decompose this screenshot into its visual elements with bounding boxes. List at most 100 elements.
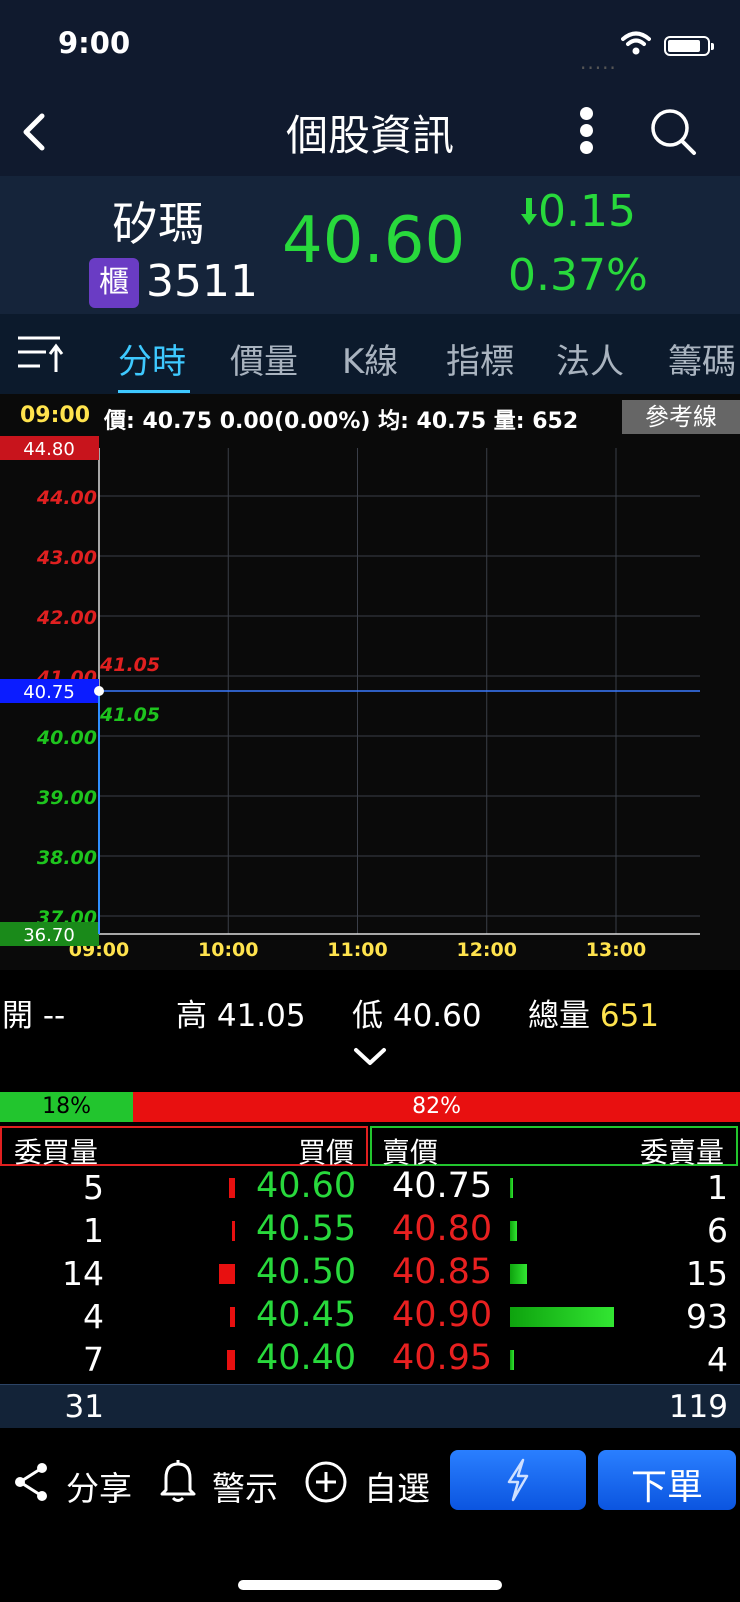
bid-price: 40.40 bbox=[256, 1338, 357, 1378]
low-marker-label: 41.05 bbox=[99, 704, 160, 726]
ask-qty: 4 bbox=[707, 1340, 728, 1379]
orderbook-row[interactable]: 7 40.40 40.95 4 bbox=[0, 1338, 740, 1381]
current-price-label: 40.75 bbox=[23, 682, 75, 703]
orderbook-row[interactable]: 1 40.55 40.80 6 bbox=[0, 1209, 740, 1252]
menu-sort-icon[interactable] bbox=[18, 334, 64, 374]
intraday-chart: 09:00 價: 40.75 0.00(0.00%) 均: 40.75 量: 6… bbox=[0, 394, 740, 970]
ask-header-box: 賣價 委賣量 bbox=[370, 1126, 738, 1169]
share-icon bbox=[15, 1463, 47, 1501]
bid-qty: 5 bbox=[83, 1168, 104, 1207]
chevron-down-icon[interactable] bbox=[352, 1044, 388, 1068]
ymin-label: 36.70 bbox=[23, 925, 75, 946]
bid-price: 40.50 bbox=[256, 1252, 357, 1292]
open-value: -- bbox=[42, 998, 66, 1034]
tab-institutional[interactable]: 法人 bbox=[556, 334, 624, 383]
place-order-button[interactable]: 下單 bbox=[598, 1450, 736, 1510]
ask-price: 40.80 bbox=[392, 1209, 493, 1249]
search-icon[interactable] bbox=[648, 106, 700, 158]
current-price-box: 40.75 bbox=[0, 679, 99, 703]
bell-icon bbox=[160, 1460, 196, 1502]
bid-price: 40.60 bbox=[256, 1166, 357, 1206]
price-change-pct: 0.37% bbox=[508, 250, 648, 301]
chart-plot[interactable]: 44.0043.0042.0041.0040.0039.0038.0037.00… bbox=[0, 434, 740, 970]
x-tick-label: 10:00 bbox=[198, 939, 258, 961]
quick-order-button[interactable] bbox=[450, 1450, 586, 1510]
watchlist-label: 自選 bbox=[364, 1469, 430, 1508]
chart-info-line: 09:00 價: 40.75 0.00(0.00%) 均: 40.75 量: 6… bbox=[0, 394, 740, 434]
x-tick-label: 11:00 bbox=[327, 939, 387, 961]
tab-chips[interactable]: 籌碼 bbox=[668, 334, 736, 383]
price-change: 0.15 bbox=[520, 186, 636, 237]
share-label: 分享 bbox=[66, 1469, 132, 1508]
ask-ratio: 82% bbox=[133, 1092, 740, 1122]
bid-volume-bar bbox=[232, 1221, 235, 1241]
battery-icon bbox=[664, 36, 714, 56]
bid-price: 40.55 bbox=[256, 1209, 357, 1249]
x-tick-label: 13:00 bbox=[586, 939, 646, 961]
orderbook-row[interactable]: 5 40.60 40.75 1 bbox=[0, 1166, 740, 1209]
volume-value: 651 bbox=[599, 998, 660, 1034]
alert-label: 警示 bbox=[212, 1469, 278, 1508]
page-title: 個股資訊 bbox=[285, 111, 454, 160]
volume-stat: 總量 651 bbox=[528, 990, 659, 1035]
total-ask-qty: 119 bbox=[668, 1389, 728, 1425]
ask-volume-bar bbox=[510, 1350, 515, 1370]
low-stat: 低 40.60 bbox=[352, 990, 482, 1035]
ask-price: 40.95 bbox=[392, 1338, 493, 1378]
bid-volume-bar bbox=[227, 1350, 235, 1370]
ask-volume-bar bbox=[510, 1307, 614, 1327]
orderbook-row[interactable]: 14 40.50 40.85 15 bbox=[0, 1252, 740, 1295]
tab-price-volume[interactable]: 價量 bbox=[230, 334, 298, 383]
high-value: 41.05 bbox=[216, 998, 306, 1034]
price-change-value: 0.15 bbox=[538, 186, 636, 237]
y-tick-label: 39.00 bbox=[37, 787, 97, 809]
ask-price-header: 賣價 bbox=[382, 1136, 439, 1169]
high-stat: 高 41.05 bbox=[176, 990, 306, 1035]
ask-qty-header: 委賣量 bbox=[639, 1136, 724, 1169]
bid-qty: 1 bbox=[83, 1211, 104, 1250]
bid-header-box: 委買量 買價 bbox=[0, 1126, 368, 1169]
ask-price: 40.75 bbox=[392, 1166, 493, 1206]
stock-name: 矽瑪 bbox=[112, 197, 204, 251]
nav-bar: 個股資訊 bbox=[0, 90, 740, 176]
low-value: 40.60 bbox=[392, 998, 482, 1034]
ask-volume-bar bbox=[510, 1264, 527, 1284]
ask-qty: 6 bbox=[707, 1211, 728, 1250]
ask-qty: 93 bbox=[686, 1297, 728, 1336]
last-price: 40.60 bbox=[282, 204, 466, 278]
ask-price: 40.85 bbox=[392, 1252, 493, 1292]
tab-bar: 分時 價量 K線 指標 法人 籌碼 bbox=[0, 314, 740, 394]
ask-qty: 1 bbox=[707, 1168, 728, 1207]
tab-kline[interactable]: K線 bbox=[342, 334, 398, 383]
ymax-label: 44.80 bbox=[23, 439, 75, 460]
high-marker-label: 41.05 bbox=[99, 654, 160, 676]
quote-header: 矽瑪 櫃 3511 40.60 0.15 0.37% bbox=[0, 176, 740, 314]
y-tick-label: 38.00 bbox=[37, 847, 97, 869]
reference-line-button[interactable]: 參考線 bbox=[622, 400, 740, 434]
ymax-label-box: 44.80 bbox=[0, 436, 99, 460]
place-order-label: 下單 bbox=[630, 1467, 703, 1508]
bid-qty: 14 bbox=[62, 1254, 104, 1293]
bid-price-header: 買價 bbox=[297, 1136, 354, 1169]
high-label: 高 bbox=[176, 998, 207, 1034]
bottom-toolbar: 分享 警示 自選 下單 bbox=[0, 1428, 740, 1602]
lightning-icon bbox=[507, 1458, 529, 1502]
orderbook-header: 委買量 買價 賣價 委賣量 bbox=[0, 1126, 740, 1169]
bid-volume-bar bbox=[229, 1178, 235, 1198]
bid-ratio: 18% bbox=[0, 1092, 134, 1122]
tab-intraday[interactable]: 分時 bbox=[118, 334, 186, 383]
home-indicator bbox=[238, 1580, 502, 1590]
x-tick-label: 12:00 bbox=[456, 939, 516, 961]
orderbook-row[interactable]: 4 40.45 40.90 93 bbox=[0, 1295, 740, 1338]
more-icon[interactable] bbox=[574, 104, 598, 160]
down-arrow-icon bbox=[521, 198, 537, 225]
bid-ask-ratio-bar: 18% 82% bbox=[0, 1092, 740, 1122]
bid-qty-header: 委買量 bbox=[14, 1136, 99, 1169]
ask-price: 40.90 bbox=[392, 1295, 493, 1335]
status-time: 9:00 bbox=[58, 26, 131, 60]
active-tab-indicator bbox=[118, 390, 190, 393]
tab-indicators[interactable]: 指標 bbox=[446, 334, 514, 383]
orderbook-totals: 31 119 bbox=[0, 1384, 740, 1428]
price-point bbox=[94, 686, 104, 696]
y-tick-label: 44.00 bbox=[36, 487, 97, 509]
